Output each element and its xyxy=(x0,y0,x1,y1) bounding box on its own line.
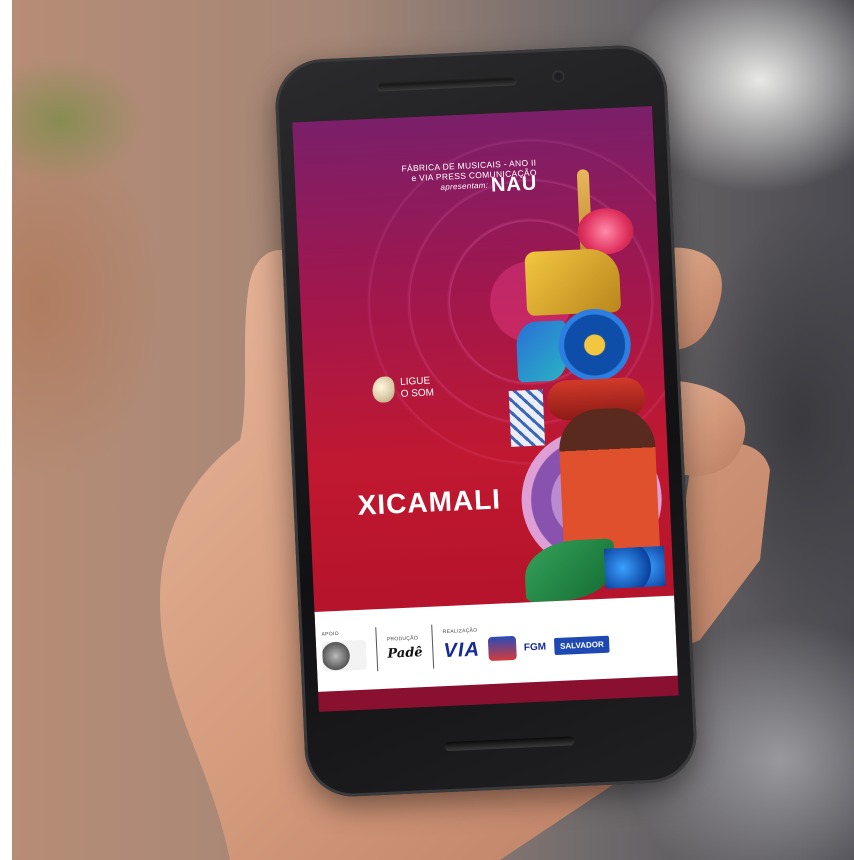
poster-title: XICAMALI xyxy=(356,483,502,521)
apoio-label: APOIO xyxy=(321,630,339,638)
fgm-logo: FGM xyxy=(523,641,547,654)
leaf-graphic xyxy=(523,538,617,603)
shell-icon xyxy=(371,376,396,404)
tile-graphic xyxy=(508,389,546,447)
crown-graphic xyxy=(524,247,622,317)
phone-screen: FÁBRICA DE MUSICAIS - ANO II e VIA PRESS… xyxy=(292,106,679,712)
presenter-line-3-prefix: apresentam: xyxy=(440,180,489,192)
via-logo: VIA xyxy=(443,638,481,662)
earpiece-speaker xyxy=(376,76,517,92)
front-camera xyxy=(552,70,565,83)
realizacao-group: REALIZAÇÃO VIA FGM SALVADOR xyxy=(443,622,611,664)
artwork-collage xyxy=(507,166,676,603)
apoio-logo xyxy=(321,639,368,672)
producao-logo: Padê xyxy=(387,644,423,662)
smartphone: FÁBRICA DE MUSICAIS - ANO II e VIA PRESS… xyxy=(273,43,699,799)
producao-group: PRODUÇÃO Padê xyxy=(386,634,423,662)
divider xyxy=(431,624,435,669)
butterfly-icon xyxy=(603,546,666,589)
event-poster: FÁBRICA DE MUSICAIS - ANO II e VIA PRESS… xyxy=(292,106,676,612)
sponsor-bar: APOIO PRODUÇÃO Padê REALIZAÇÃO VIA FGM S… xyxy=(314,595,678,692)
sound-hint[interactable]: LIGUE O SOM xyxy=(371,374,435,404)
bottom-speaker xyxy=(444,736,575,752)
salvador-logo: SALVADOR xyxy=(553,635,611,655)
apoio-group: APOIO xyxy=(321,630,368,672)
producao-label: PRODUÇÃO xyxy=(386,634,419,643)
ring-graphic xyxy=(557,307,633,383)
crest-logo xyxy=(487,635,517,662)
sound-hint-line-2: O SOM xyxy=(400,387,435,400)
divider xyxy=(375,627,379,672)
